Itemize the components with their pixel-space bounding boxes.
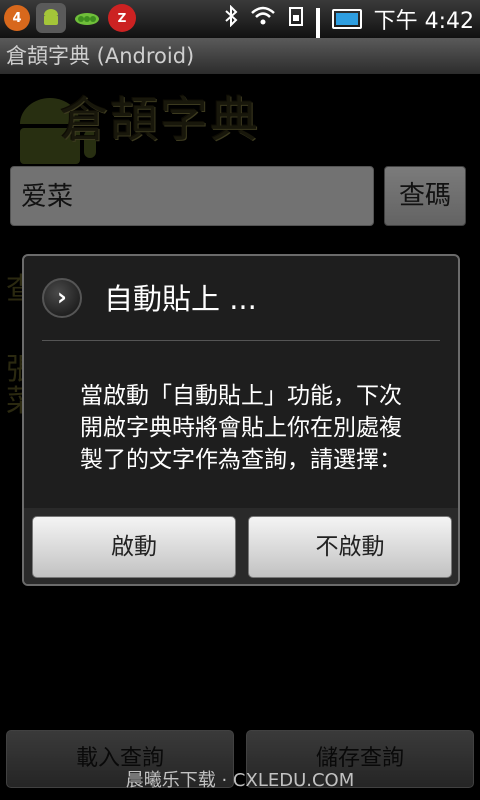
android-icon (36, 3, 66, 33)
app-title-bar: 倉頡字典 (Android) (0, 38, 480, 74)
wifi-icon (250, 5, 276, 33)
dialog-divider (42, 340, 440, 341)
dialog-message-line: 製了的文字作為查詢，請選擇： (80, 447, 402, 473)
dialog-message-line: 當啟動「自動貼上」功能，下次 (80, 383, 402, 409)
notification-count-icon: 4 (4, 5, 30, 31)
status-bar: 4 Z 下午 4:42 (0, 0, 480, 78)
dialog-message: 當啟動「自動貼上」功能，下次 開啟字典時將會貼上你在別處複 製了的文字作為查詢，… (42, 380, 440, 476)
system-status: 下午 4:42 (224, 0, 474, 78)
alarm-clock-icon: Z (108, 4, 136, 32)
watermark: 晨曦乐下载 · CXLEDU.COM (125, 770, 355, 791)
dialog-message-line: 開啟字典時將會貼上你在別處複 (80, 415, 402, 441)
pea-icon (72, 3, 102, 33)
auto-paste-dialog: › 自動貼上 ... 當啟動「自動貼上」功能，下次 開啟字典時將會貼上你在別處複… (22, 254, 460, 586)
notification-icons: 4 Z (4, 3, 136, 33)
enable-button[interactable]: 啟動 (32, 516, 236, 578)
status-time: 下午 4:42 (373, 9, 474, 34)
signal-icon (315, 8, 320, 78)
dialog-button-bar: 啟動 不啟動 (24, 508, 458, 584)
sim-icon (288, 5, 304, 33)
disable-button[interactable]: 不啟動 (248, 516, 452, 578)
dialog-header: › 自動貼上 ... (24, 256, 458, 342)
dialog-title: 自動貼上 ... (104, 282, 257, 316)
chevron-right-icon: › (42, 278, 82, 318)
bluetooth-icon (224, 4, 238, 33)
battery-icon (331, 9, 362, 29)
